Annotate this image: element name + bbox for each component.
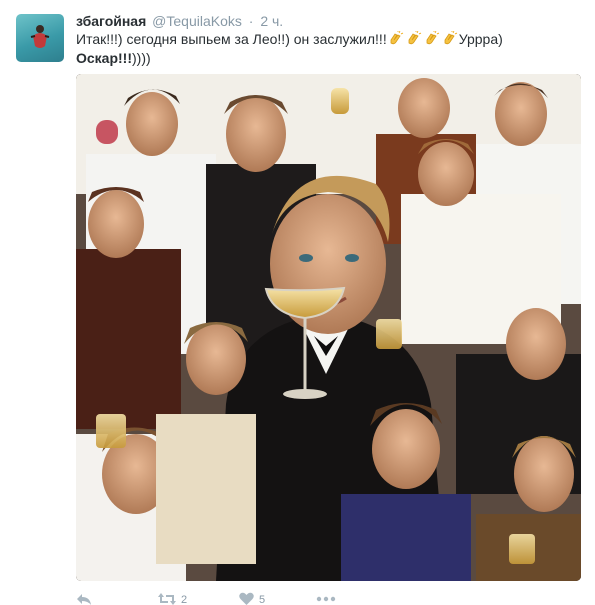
text-part-3: )))): [132, 50, 151, 66]
clapping-hands-icon: [444, 31, 457, 45]
username[interactable]: @TequilaKoks: [152, 13, 242, 29]
tweet-text-line-1: Итак!!!) сегодня выпьем за Лео!!) он зас…: [76, 30, 556, 49]
more-icon: [316, 596, 336, 602]
text-part-1: Итак!!!) сегодня выпьем за Лео!!) он зас…: [76, 31, 387, 47]
tweet: збагойная @TequilaKoks · 2 ч. Итак!!!) с…: [0, 0, 595, 605]
reply-button[interactable]: [76, 592, 92, 605]
retweet-button[interactable]: 2: [158, 592, 187, 605]
text-bold: Оскар!!!: [76, 50, 133, 66]
heart-icon: [239, 592, 254, 605]
clapping-hands-icon: [426, 31, 439, 45]
timestamp[interactable]: 2 ч.: [260, 13, 283, 29]
tweet-text: Итак!!!) сегодня выпьем за Лео!!) он зас…: [76, 30, 556, 68]
tweet-header: збагойная @TequilaKoks · 2 ч.: [76, 12, 283, 30]
text-part-2: Уррра): [458, 31, 503, 47]
collage-photo: [76, 74, 581, 581]
clapping-hands-icon: [390, 31, 403, 45]
more-button[interactable]: [316, 592, 336, 605]
display-name[interactable]: збагойная: [76, 13, 146, 29]
tweet-text-line-2: Оскар!!!)))): [76, 49, 556, 68]
avatar[interactable]: [16, 14, 64, 62]
avatar-figure-icon: [30, 25, 50, 48]
clapping-hands-icon: [408, 31, 421, 45]
separator: ·: [248, 13, 254, 29]
retweet-icon: [158, 593, 176, 605]
like-count: 5: [259, 594, 266, 605]
reply-icon: [77, 594, 91, 605]
like-button[interactable]: 5: [239, 592, 265, 605]
retweet-count: 2: [181, 594, 188, 605]
tweet-media-photo[interactable]: [76, 74, 581, 581]
